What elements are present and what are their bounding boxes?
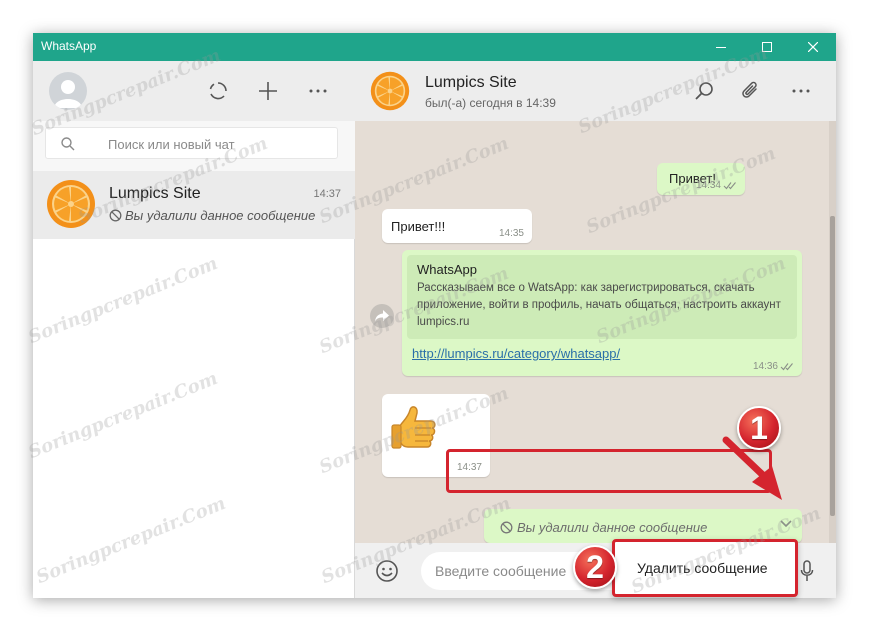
forward-icon	[375, 310, 389, 322]
status-button[interactable]	[204, 77, 232, 105]
forward-button[interactable]	[370, 304, 394, 328]
double-check-icon	[723, 182, 736, 190]
attach-button[interactable]	[737, 77, 765, 105]
message-meta: 14:36	[753, 361, 794, 372]
link-preview-card[interactable]: WhatsApp Рассказываем все о WatsApp: как…	[407, 255, 797, 339]
chat-list-item[interactable]: Lumpics Site 14:37 Вы удалили данное соо…	[33, 171, 355, 239]
step-badge-2: 2	[573, 545, 617, 589]
orange-avatar-icon	[47, 180, 95, 228]
message-time: 14:35	[498, 228, 524, 239]
microphone-icon[interactable]	[800, 560, 814, 582]
message-link[interactable]: http://lumpics.ru/category/whatsapp/	[412, 346, 620, 361]
search-box	[45, 127, 338, 159]
status-icon	[209, 82, 227, 100]
profile-avatar[interactable]	[49, 72, 87, 110]
deleted-icon	[500, 521, 513, 534]
app-window: WhatsApp Поиск или новый чат Lumpics Sit…	[33, 33, 836, 598]
conversation-header: Lumpics Site был(-а) сегодня в 14:39	[355, 61, 836, 121]
message-text: Привет!!!	[391, 219, 446, 234]
thumbs-up-sticker-icon	[391, 406, 436, 449]
search-icon	[695, 82, 713, 100]
search-area	[33, 121, 355, 171]
chat-time: 14:37	[313, 188, 341, 200]
context-menu: Удалить сообщение	[612, 539, 798, 597]
paperclip-icon	[742, 81, 757, 98]
deleted-message-text: Вы удалили данное сообщение	[517, 520, 708, 535]
chevron-down-icon[interactable]	[779, 519, 793, 529]
title-bar: WhatsApp	[33, 33, 836, 61]
plus-icon	[259, 82, 277, 100]
step-badge-1: 1	[737, 406, 781, 450]
message-time: 14:34	[695, 180, 721, 191]
close-button[interactable]	[790, 33, 836, 61]
window-title: WhatsApp	[41, 39, 97, 53]
conversation-pane: Lumpics Site был(-а) сегодня в 14:39 При…	[355, 61, 836, 598]
sidebar: Lumpics Site 14:37 Вы удалили данное соо…	[33, 61, 355, 598]
more-horizontal-icon	[309, 89, 327, 93]
close-icon	[808, 42, 818, 52]
contact-status: был(-а) сегодня в 14:39	[425, 96, 556, 110]
message-meta: 14:34	[696, 180, 737, 191]
message-time: 14:36	[752, 361, 778, 372]
new-chat-button[interactable]	[254, 77, 282, 105]
more-horizontal-icon	[792, 89, 810, 93]
sidebar-header	[33, 61, 355, 121]
link-preview-title: WhatsApp	[417, 262, 477, 277]
contact-name: Lumpics Site	[425, 74, 517, 91]
search-messages-button[interactable]	[690, 77, 718, 105]
scrollbar-thumb[interactable]	[830, 216, 835, 516]
contact-avatar[interactable]	[370, 71, 410, 111]
search-icon	[61, 137, 75, 151]
sidebar-menu-button[interactable]	[304, 77, 332, 105]
link-preview-description: Рассказываем все о WatsApp: как зарегист…	[417, 282, 781, 328]
delete-message-menu-item[interactable]: Удалить сообщение	[637, 560, 768, 576]
chat-last-message-text: Вы удалили данное сообщение	[125, 208, 316, 223]
double-check-icon	[780, 363, 793, 371]
scrollbar[interactable]	[829, 121, 836, 543]
chat-name: Lumpics Site	[109, 185, 201, 202]
maximize-button[interactable]	[744, 33, 790, 61]
message-outgoing[interactable]: Привет! 14:34	[657, 163, 745, 195]
minimize-button[interactable]	[698, 33, 744, 61]
chat-last-message: Вы удалили данное сообщение	[109, 208, 315, 223]
message-link-preview[interactable]: WhatsApp Рассказываем все о WatsApp: как…	[402, 250, 802, 376]
deleted-icon	[109, 209, 122, 222]
deleted-message-text-row: Вы удалили данное сообщение	[500, 520, 707, 535]
search-input[interactable]	[108, 134, 328, 154]
conversation-menu-button[interactable]	[787, 77, 815, 105]
default-avatar-icon	[54, 80, 82, 108]
emoji-icon[interactable]	[375, 559, 399, 583]
maximize-icon	[762, 42, 772, 52]
minimize-icon	[716, 46, 726, 48]
message-incoming[interactable]: Привет!!! 14:35	[382, 209, 532, 243]
